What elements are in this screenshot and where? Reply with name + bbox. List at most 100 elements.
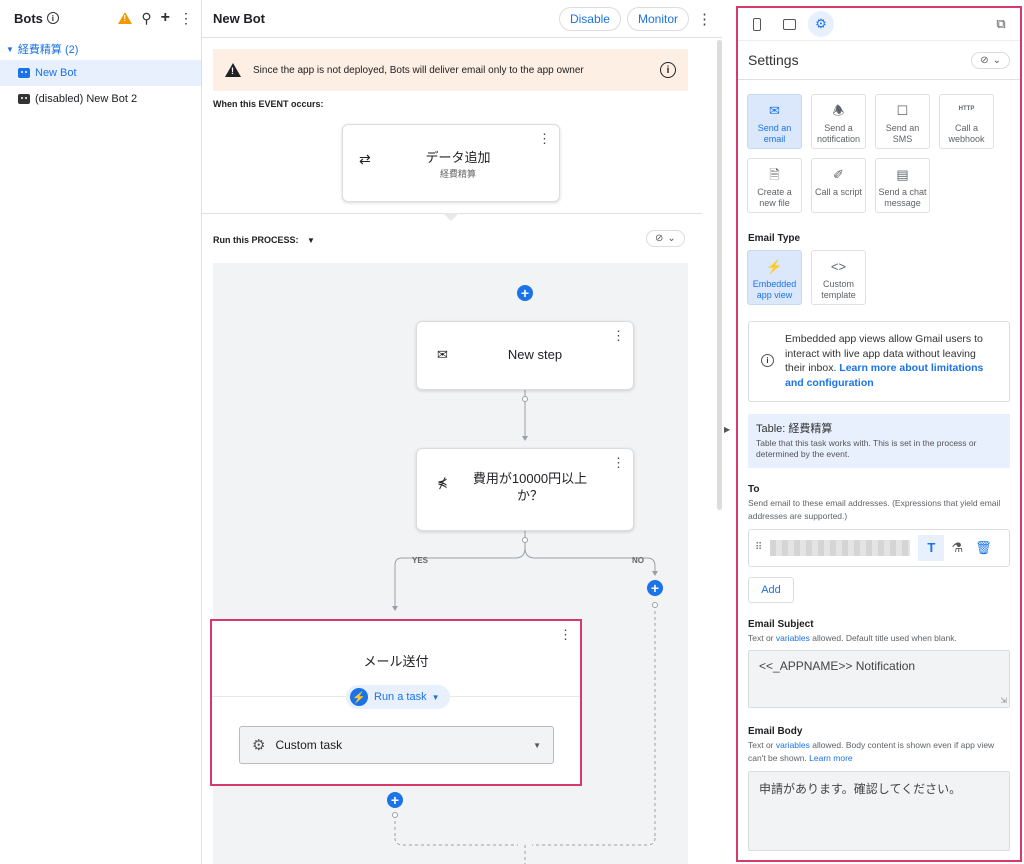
sidebar-item-label: (disabled) New Bot 2 [35,93,138,105]
monitor-button[interactable]: Monitor [626,6,689,31]
subject-label: Email Subject [748,618,814,630]
process-label[interactable]: Run this PROCESS: ▼ [213,235,315,245]
bolt-icon: ⚡ [350,688,368,706]
phone-preview-icon[interactable] [744,11,770,37]
more-vert-icon[interactable]: ⋮ [179,11,193,25]
sidebar-actions: ! ⚲ + ⋮ [118,10,193,26]
subject-value: <<_APPNAME>> Notification [759,659,916,674]
scrollbar[interactable] [717,40,722,510]
action-call-script[interactable]: ✐ Call a script [811,158,866,213]
deploy-warning-banner: ! Since the app is not deployed, Bots wi… [213,49,688,91]
tablet-preview-icon[interactable] [776,11,802,37]
action-send-chat[interactable]: ▤ Send a chat message [875,158,930,213]
action-send-sms[interactable]: ☐ Send an SMS [875,94,930,149]
action-call-webhook[interactable]: HTTP Call a webhook [939,94,994,149]
sidebar-group-expense[interactable]: ▼ 経費精算 (2) [0,36,201,60]
event-card[interactable]: ⋮ ⇄ データ追加 経費精算 [342,124,560,202]
variables-link[interactable]: variables [776,740,810,750]
add-recipient-button[interactable]: Add [748,576,794,603]
process-label-text: Run this PROCESS: [213,235,299,245]
bolt-icon: ⚡ [766,259,783,274]
embedded-info-box: i Embedded app views allow Gmail users t… [748,321,1010,402]
info-icon[interactable]: i [46,12,59,24]
add-step-icon[interactable]: + [517,285,533,301]
table-prefix: Table: [756,422,789,435]
action-label: Send an SMS [885,123,920,144]
collapse-panel-icon[interactable]: ▶ [724,425,730,434]
info-icon[interactable]: i [660,62,676,78]
email-type-options: ⚡ Embedded app view <> Custom template [738,244,1020,305]
sidebar-header: Bots i ! ⚲ + ⋮ [0,0,201,36]
variables-link[interactable]: variables [776,633,810,643]
bell-icon: 🕭 [832,103,845,118]
caret-down-icon: ▼ [6,44,14,54]
unlink-dropdown[interactable]: ⊘ ⌄ [646,230,685,247]
more-vert-icon[interactable]: ⋮ [697,10,712,28]
warning-icon: ! [225,63,241,77]
option-label: Embedded app view [752,279,797,300]
search-icon[interactable]: ⚲ [141,11,151,25]
step-title: New step [507,347,563,362]
http-icon: HTTP [958,106,975,112]
more-vert-icon[interactable]: ⋮ [612,455,625,471]
action-send-email[interactable]: ✉ Send an email [747,94,802,149]
task-title: メール送付 [363,654,429,669]
sidebar-item-new-bot[interactable]: New Bot [0,60,201,86]
learn-more-link[interactable]: Learn more [809,753,852,763]
run-task-card[interactable]: ⋮ メール送付 ⚡ Run a task ▼ ⚙ Custom task ▼ [210,619,582,786]
task-type-select[interactable]: ⚙ Custom task ▼ [239,726,554,764]
condition-title: 費用が10000円以上か？ [472,471,588,503]
caret-down-icon: ▼ [307,236,315,245]
warning-icon[interactable]: ! [118,12,133,24]
table-name: 経費精算 [788,422,833,435]
new-step-card[interactable]: ⋮ ✉ New step [416,321,634,390]
drag-handle-icon[interactable]: ⠿ [755,542,762,553]
chevron-down-icon: ⌄ [992,54,1001,66]
more-vert-icon[interactable]: ⋮ [559,627,572,643]
email-type-custom[interactable]: <> Custom template [811,250,866,305]
caret-down-icon: ▼ [533,740,541,750]
delete-icon[interactable]: 🗑 [970,535,996,561]
email-address-field[interactable] [770,539,911,556]
to-help: Send email to these email addresses. (Ex… [748,498,1001,521]
gear-icon: ⚙ [252,737,266,754]
settings-gear-icon[interactable]: ⚙ [808,11,834,37]
table-description: Table that this task works with. This is… [756,438,977,460]
more-vert-icon[interactable]: ⋮ [612,328,625,344]
email-type-embedded[interactable]: ⚡ Embedded app view [747,250,802,305]
more-vert-icon[interactable]: ⋮ [538,131,551,147]
add-icon[interactable]: + [161,10,170,26]
robot-icon [18,94,30,104]
email-type-label: Email Type [748,233,801,244]
text-mode-icon[interactable]: T [918,534,945,561]
email-body-input[interactable]: 申請があります。確認してください。 [748,770,1010,851]
expression-icon[interactable]: ⚗ [944,535,970,561]
add-step-icon[interactable]: + [647,580,663,596]
unlink-dropdown[interactable]: ⊘ ⌄ [971,51,1010,69]
sidebar-item-new-bot-2[interactable]: (disabled) New Bot 2 [0,86,201,112]
disable-button[interactable]: Disable [558,6,621,31]
body-help: Text or variables allowed. Body content … [748,740,995,764]
to-label: To [748,484,760,496]
sms-icon: ☐ [896,103,909,118]
action-create-file[interactable]: 🗎 Create a new file [747,158,802,213]
open-external-icon[interactable]: ⧉ [988,11,1014,37]
robot-icon [18,68,30,78]
run-task-dropdown[interactable]: ⚡ Run a task ▼ [346,685,450,709]
bot-editor: New Bot Disable Monitor ⋮ ! Since the ap… [202,0,722,864]
resize-grip-icon[interactable]: ⇲ [1000,696,1007,705]
editor-header: New Bot Disable Monitor ⋮ [202,0,722,38]
action-label: Send a chat message [878,187,927,208]
yes-label: YES [412,556,429,565]
no-label: NO [632,556,644,565]
email-subject-input[interactable]: <<_APPNAME>> Notification ⇲ [748,650,1010,709]
add-step-icon[interactable]: + [387,792,403,808]
table-info: Table: 経費精算 Table that this task works w… [748,413,1010,469]
condition-card[interactable]: ⋮ ⋠ 費用が10000円以上か？ [416,448,634,531]
file-icon: 🗎 [769,167,780,182]
settings-header: Settings ⊘ ⌄ [738,40,1020,80]
caret-down-icon: ▼ [431,692,440,702]
action-label: Send a notification [816,123,861,144]
action-send-notification[interactable]: 🕭 Send a notification [811,94,866,149]
event-title: データ追加 [425,150,491,165]
